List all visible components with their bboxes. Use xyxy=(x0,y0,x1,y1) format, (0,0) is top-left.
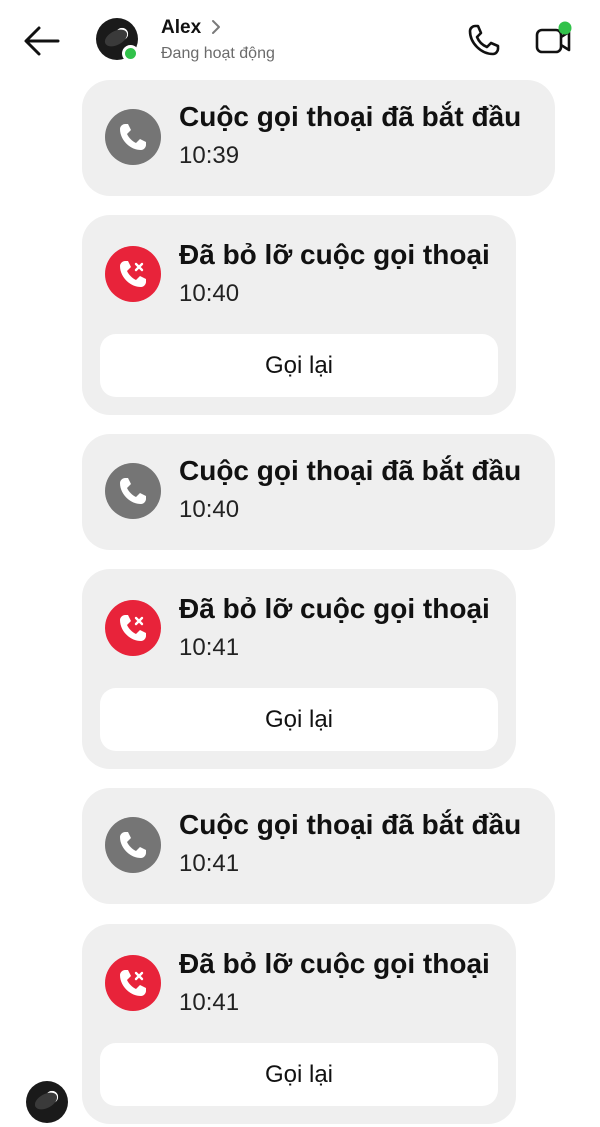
call-title: Cuộc gọi thoại đã bắt đầu xyxy=(179,455,522,486)
call-back-button[interactable]: Gọi lại xyxy=(100,334,498,397)
phone-icon xyxy=(105,463,161,519)
call-time: 10:41 xyxy=(179,634,240,661)
call-started-card[interactable]: Cuộc gọi thoại đã bắt đầu 10:41 xyxy=(82,788,555,904)
call-time: 10:39 xyxy=(179,142,240,169)
chat-header: Alex Đang hoạt động xyxy=(0,0,600,80)
phone-icon xyxy=(105,817,161,873)
missed-call-icon xyxy=(105,955,161,1011)
sender-avatar[interactable] xyxy=(26,1081,68,1123)
phone-icon xyxy=(105,109,161,165)
call-back-button[interactable]: Gọi lại xyxy=(100,688,498,751)
call-started-card[interactable]: Cuộc gọi thoại đã bắt đầu 10:40 xyxy=(82,434,555,550)
call-title: Đã bỏ lỡ cuộc gọi thoại xyxy=(179,593,490,624)
call-time: 10:41 xyxy=(179,850,240,877)
contact-status: Đang hoạt động xyxy=(161,45,275,62)
back-arrow-icon[interactable] xyxy=(22,24,62,58)
missed-call-card: Đã bỏ lỡ cuộc gọi thoại 10:41 Gọi lại xyxy=(82,569,516,769)
call-title: Cuộc gọi thoại đã bắt đầu xyxy=(179,101,522,132)
call-back-button[interactable]: Gọi lại xyxy=(100,1043,498,1106)
missed-call-card: Đã bỏ lỡ cuộc gọi thoại 10:40 Gọi lại xyxy=(82,215,516,415)
call-time: 10:40 xyxy=(179,496,240,523)
call-time: 10:40 xyxy=(179,280,240,307)
online-status-dot xyxy=(122,45,139,62)
chat-screen: Alex Đang hoạt động Cuộc gọi thoại đã bắ… xyxy=(0,0,600,1127)
missed-call-card: Đã bỏ lỡ cuộc gọi thoại 10:41 Gọi lại xyxy=(82,924,516,1124)
missed-call-icon xyxy=(105,600,161,656)
contact-name[interactable]: Alex xyxy=(161,17,201,39)
phone-icon[interactable] xyxy=(466,22,502,58)
call-title: Đã bỏ lỡ cuộc gọi thoại xyxy=(179,948,490,979)
call-time: 10:41 xyxy=(179,989,240,1016)
call-title: Đã bỏ lỡ cuộc gọi thoại xyxy=(179,239,490,270)
video-camera-icon[interactable] xyxy=(534,20,574,58)
call-title: Cuộc gọi thoại đã bắt đầu xyxy=(179,809,522,840)
chevron-right-icon[interactable] xyxy=(210,18,222,36)
missed-call-icon xyxy=(105,246,161,302)
call-started-card[interactable]: Cuộc gọi thoại đã bắt đầu 10:39 xyxy=(82,80,555,196)
